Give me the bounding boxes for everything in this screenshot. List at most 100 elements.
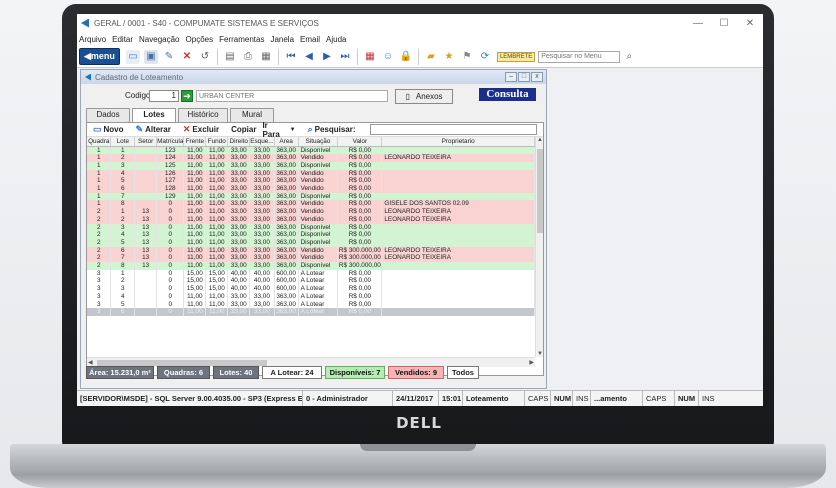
child-maximize-button[interactable]: □ xyxy=(518,72,530,82)
table-row[interactable]: 1 1 123 11,00 11,00 33,00 33,00 363,00 Disponíve… xyxy=(87,146,535,155)
column-header[interactable]: Frente xyxy=(183,137,207,147)
menu-bar: Arquivo Editar Navegação Opções Ferramen… xyxy=(77,32,763,46)
table-row[interactable]: 2 1 13 0 11,00 11,00 33,00 33,00 363,00 Vendido R$… xyxy=(87,208,535,216)
filter-todos-button[interactable]: Todos xyxy=(447,366,479,379)
codigo-input[interactable]: 1 xyxy=(149,90,179,102)
main-menu-button[interactable]: ◀menu xyxy=(79,48,120,65)
grid-search-input[interactable] xyxy=(369,124,537,135)
column-header[interactable]: Area xyxy=(274,137,299,147)
loteamento-name-field[interactable]: URBAN CENTER xyxy=(196,90,388,102)
menu-navegacao[interactable]: Navegação xyxy=(139,35,179,44)
vertical-scroll-thumb[interactable] xyxy=(537,149,543,233)
go-arrow-button[interactable]: ➔ xyxy=(181,90,193,102)
table-cell: 15,00 xyxy=(205,277,229,286)
users-icon[interactable]: ☺ xyxy=(381,50,395,64)
table-row[interactable]: 1 6 128 11,00 11,00 33,00 33,00 363,00 Vendido R$… xyxy=(87,185,535,193)
refresh-icon[interactable]: ⟳ xyxy=(478,50,492,64)
table-row[interactable]: 2 7 13 0 11,00 11,00 33,00 33,00 363,00 Vendido R$… xyxy=(87,254,535,263)
column-header[interactable]: Valor xyxy=(337,137,383,147)
menu-ajuda[interactable]: Ajuda xyxy=(326,35,346,44)
menu-arquivo[interactable]: Arquivo xyxy=(79,35,106,44)
column-header[interactable]: Lote xyxy=(110,137,136,147)
column-header[interactable]: Esque... xyxy=(249,137,275,147)
table-row[interactable]: 1 3 125 11,00 11,00 33,00 33,00 363,00 Disponíve… xyxy=(87,161,535,170)
delete-icon[interactable]: ✕ xyxy=(180,50,194,64)
first-record-icon[interactable]: ⏮ xyxy=(284,50,298,64)
column-header[interactable]: Situação xyxy=(298,137,339,147)
copiar-button[interactable]: Copiar xyxy=(231,125,256,134)
flag-icon[interactable]: ⚑ xyxy=(460,50,474,64)
scroll-left-icon[interactable]: ◀ xyxy=(88,359,93,366)
scroll-right-icon[interactable]: ▶ xyxy=(529,359,534,366)
table-row[interactable]: 3 4 0 11,00 11,00 33,00 33,00 363,00 A Lotear R$ … xyxy=(87,292,535,301)
prev-record-icon[interactable]: ◀ xyxy=(302,50,316,64)
column-header[interactable]: Proprietario xyxy=(381,137,535,147)
scroll-up-icon[interactable]: ▲ xyxy=(537,137,543,143)
calendar-icon[interactable]: ▦ xyxy=(363,50,377,64)
new-doc-icon[interactable]: ▭ xyxy=(125,49,140,64)
lock-icon[interactable]: 🔒 xyxy=(399,50,413,64)
filter-disponiveis-button[interactable]: Disponíveis: 7 xyxy=(325,366,385,379)
next-record-icon[interactable]: ▶ xyxy=(320,50,334,64)
table-row[interactable]: 2 5 13 0 11,00 11,00 33,00 33,00 363,00 Disponíve… xyxy=(87,238,535,247)
column-header[interactable]: Matrícula xyxy=(156,137,185,147)
table-cell: 0 xyxy=(156,269,185,278)
column-header[interactable]: Setor xyxy=(134,137,158,147)
table-row[interactable]: 3 6 0 11,00 11,00 33,00 33,00 363,00 A Lotear R$ … xyxy=(87,308,535,316)
save-icon[interactable]: ▣ xyxy=(143,49,158,64)
preview-icon[interactable]: ▤ xyxy=(223,50,237,64)
table-cell: 363,00 xyxy=(274,169,299,178)
table-row[interactable]: 3 1 0 15,00 15,00 40,00 40,00 600,00 A Lotear R$ … xyxy=(87,269,535,278)
table-row[interactable]: 3 2 0 15,00 15,00 40,00 40,00 600,00 A Lotear R$ … xyxy=(87,277,535,286)
anexos-button[interactable]: ▯ Anexos xyxy=(395,89,453,104)
table-row[interactable]: 3 3 0 15,00 15,00 40,00 40,00 600,00 A Lotear R$ … xyxy=(87,285,535,293)
print-icon[interactable]: ⎙ xyxy=(241,50,255,64)
undo-icon[interactable]: ↺ xyxy=(198,50,212,64)
table-row[interactable]: 1 8 0 11,00 11,00 33,00 33,00 363,00 Vendido R$ 0… xyxy=(87,200,535,209)
child-minimize-button[interactable]: – xyxy=(505,72,517,82)
table-row[interactable]: 2 8 13 0 11,00 11,00 33,00 33,00 363,00 Disponíve… xyxy=(87,262,535,270)
table-row[interactable]: 1 7 129 11,00 11,00 33,00 33,00 363,00 Disponíve… xyxy=(87,192,535,201)
table-row[interactable]: 1 5 127 11,00 11,00 33,00 33,00 363,00 Vendido R$… xyxy=(87,177,535,186)
column-header[interactable]: Quadra xyxy=(87,137,112,147)
table-row[interactable]: 2 6 13 0 11,00 11,00 33,00 33,00 363,00 Vendido R$… xyxy=(87,246,535,255)
table-cell: A Lotear xyxy=(298,269,339,278)
last-record-icon[interactable]: ⏭ xyxy=(338,50,352,64)
table-row[interactable]: 2 3 13 0 11,00 11,00 33,00 33,00 363,00 Disponíve… xyxy=(87,223,535,232)
menu-editar[interactable]: Editar xyxy=(112,35,133,44)
minimize-button[interactable]: — xyxy=(685,18,711,29)
menu-ferramentas[interactable]: Ferramentas xyxy=(219,35,264,44)
column-header[interactable]: Direito xyxy=(227,137,251,147)
folder-icon[interactable]: ▰ xyxy=(424,50,438,64)
table-row[interactable]: 3 5 0 11,00 11,00 33,00 33,00 363,00 A Lotear R$ … xyxy=(87,300,535,309)
menu-opcoes[interactable]: Opções xyxy=(186,35,214,44)
table-row[interactable]: 2 4 13 0 11,00 11,00 33,00 33,00 363,00 Disponíve… xyxy=(87,231,535,239)
ir-para-button[interactable]: Ir Para ▼ xyxy=(262,121,301,139)
tab-dados[interactable]: Dados xyxy=(86,108,130,122)
edit-icon[interactable]: ✎ xyxy=(162,50,176,64)
search-icon[interactable]: ⌕ xyxy=(622,50,636,64)
table-row[interactable]: 1 4 126 11,00 11,00 33,00 33,00 363,00 Vendido R$… xyxy=(87,169,535,178)
filter-vendidos-button[interactable]: Vendidos: 9 xyxy=(388,366,444,379)
lembrete-button[interactable]: LEMBRETE xyxy=(496,51,536,62)
child-close-button[interactable]: x xyxy=(531,72,543,82)
tab-historico[interactable]: Histórico xyxy=(178,108,228,122)
star-icon[interactable]: ★ xyxy=(442,50,456,64)
column-header[interactable]: Fundo xyxy=(205,137,229,147)
vertical-scrollbar[interactable]: ▲ ▼ xyxy=(535,137,543,357)
excluir-button[interactable]: ✕ Excluir xyxy=(183,124,225,135)
novo-button[interactable]: ▭ Novo xyxy=(93,124,130,135)
table-cell: 33,00 xyxy=(249,246,275,255)
scroll-down-icon[interactable]: ▼ xyxy=(537,351,543,357)
maximize-button[interactable]: ☐ xyxy=(711,18,737,29)
menu-search-input[interactable]: Pesquisar no Menu xyxy=(538,50,621,63)
table-row[interactable]: 2 2 13 0 11,00 11,00 33,00 33,00 363,00 Vendido R$… xyxy=(87,215,535,224)
tab-lotes[interactable]: Lotes xyxy=(132,108,176,123)
table-row[interactable]: 1 2 124 11,00 11,00 33,00 33,00 363,00 Vendido R$… xyxy=(87,154,535,162)
menu-email[interactable]: Email xyxy=(300,35,320,44)
report-icon[interactable]: ▦ xyxy=(259,50,273,64)
filter-lotear-button[interactable]: A Lotear: 24 xyxy=(262,366,322,379)
alterar-button[interactable]: ✎ Alterar xyxy=(136,124,177,135)
menu-janela[interactable]: Janela xyxy=(270,35,294,44)
close-button[interactable]: ✕ xyxy=(737,18,763,29)
